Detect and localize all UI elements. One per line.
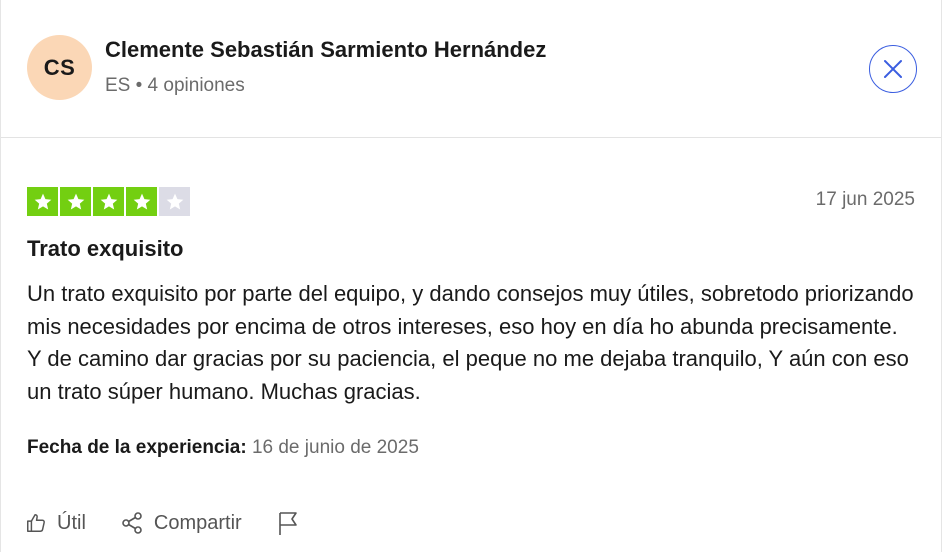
author-meta: ES • 4 opiniones <box>105 75 245 96</box>
report-button[interactable] <box>276 510 300 536</box>
review-title: Trato exquisito <box>27 236 184 261</box>
star-rating <box>27 187 190 216</box>
author-name[interactable]: Clemente Sebastián Sarmiento Hernández <box>105 37 546 63</box>
experience-date-value: 16 de junio de 2025 <box>251 437 419 458</box>
experience-date-label: Fecha de la experiencia: <box>27 437 247 458</box>
share-button[interactable]: Compartir <box>120 511 242 535</box>
review-card: CS Clemente Sebastián Sarmiento Hernánde… <box>0 0 942 552</box>
star-icon <box>60 187 91 216</box>
star-icon <box>93 187 124 216</box>
flag-icon <box>278 512 297 535</box>
review-body: Un trato exquisito por parte del equipo,… <box>27 281 914 404</box>
thumbs-up-icon <box>27 514 45 532</box>
review-actions: Útil Compartir <box>25 508 334 538</box>
close-button[interactable] <box>869 45 917 93</box>
star-icon <box>27 187 58 216</box>
review-date: 17 jun 2025 <box>815 189 915 210</box>
share-icon <box>122 512 142 534</box>
experience-date: Fecha de la experiencia: 16 de junio de … <box>27 437 419 459</box>
useful-label: Útil <box>57 511 86 534</box>
star-icon <box>126 187 157 216</box>
share-label: Compartir <box>153 511 242 534</box>
star-icon <box>159 187 190 216</box>
review-header: CS Clemente Sebastián Sarmiento Hernánde… <box>1 0 941 138</box>
useful-button[interactable]: Útil <box>25 512 86 535</box>
avatar: CS <box>27 35 92 100</box>
close-icon <box>884 60 902 78</box>
